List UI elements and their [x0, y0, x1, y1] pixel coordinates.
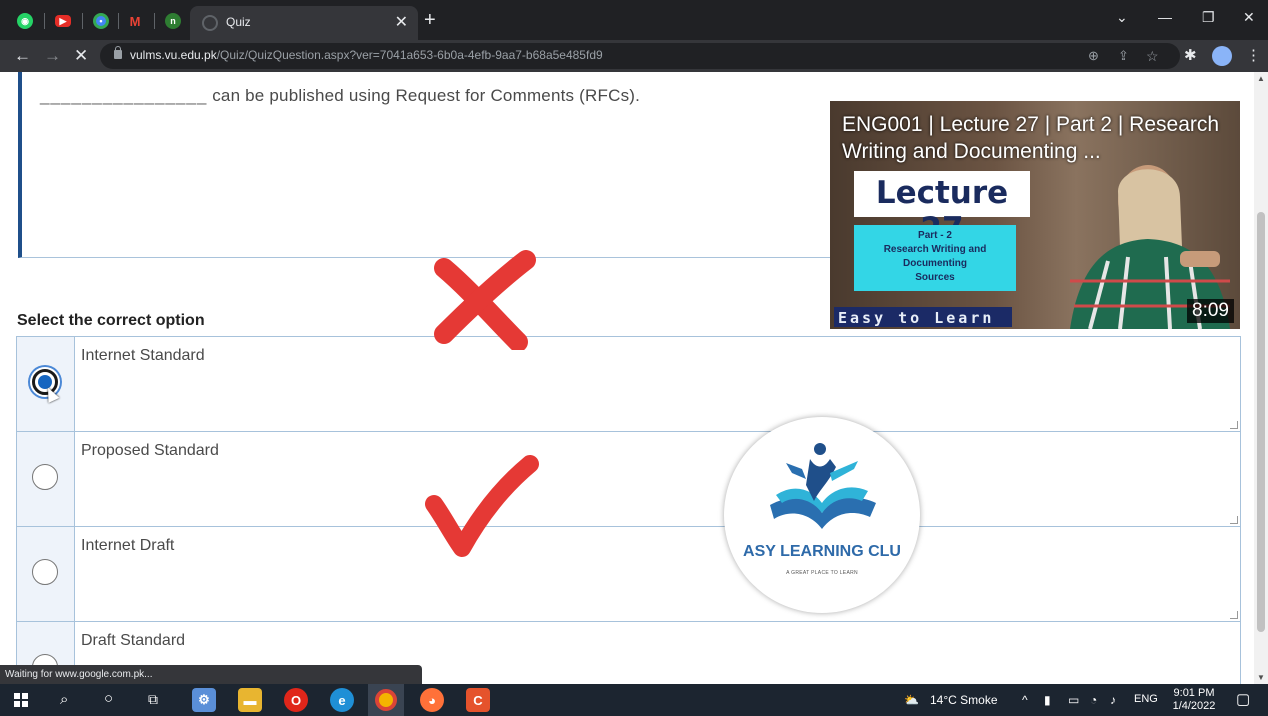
resize-grip-icon[interactable]: [1230, 421, 1238, 429]
notifications-icon[interactable]: ▢: [1236, 690, 1250, 708]
option-proposed-standard[interactable]: Proposed Standard: [16, 431, 1241, 527]
lock-icon[interactable]: [114, 46, 122, 59]
windows-start-icon[interactable]: [14, 693, 28, 707]
brand-bar: Easy to Learn: [834, 307, 1012, 327]
radio-button[interactable]: [32, 464, 58, 490]
part-text: Part - 2 Research Writing and Documentin…: [883, 230, 987, 283]
scroll-up-arrow-icon[interactable]: ▲: [1257, 74, 1265, 83]
clock-time: 9:01 PM: [1173, 687, 1215, 699]
video-thumbnail[interactable]: ENG001 | Lecture 27 | Part 2 | Research …: [830, 101, 1240, 329]
tray-chevron-icon[interactable]: ^: [1022, 693, 1028, 707]
youtube-icon[interactable]: ▶: [52, 10, 74, 32]
close-window-icon[interactable]: ✕: [1243, 9, 1255, 26]
browser-toolbar: ← → ✕ vulms.vu.edu.pk/Quiz/QuizQuestion.…: [0, 40, 1268, 72]
option-radio-cell: [17, 432, 75, 526]
tab-separator: [44, 13, 45, 29]
windows-taskbar: ⌕ ○ ⧉ ⚙ ▬ O e ◕ C ⛅ 14°C Smoke ^ ▮ ▭ ◔ ♪…: [0, 684, 1268, 716]
part-badge: Part - 2 Research Writing and Documentin…: [854, 225, 1016, 291]
resize-grip-icon[interactable]: [1230, 611, 1238, 619]
bookmark-star-icon[interactable]: ☆: [1146, 48, 1159, 65]
minimize-icon[interactable]: —: [1158, 9, 1172, 25]
tab-search-icon[interactable]: ⌄: [1116, 9, 1128, 26]
logo-name: ASY LEARNING CLU: [743, 543, 901, 560]
battery-icon[interactable]: ▭: [1068, 693, 1079, 707]
system-clock[interactable]: 9:01 PM 1/4/2022: [1166, 687, 1222, 713]
tab-separator: [154, 13, 155, 29]
extensions-icon[interactable]: ✱: [1184, 46, 1197, 64]
tab-quiz[interactable]: Quiz ✕: [190, 6, 418, 40]
address-bar[interactable]: vulms.vu.edu.pk/Quiz/QuizQuestion.aspx?v…: [100, 43, 1180, 69]
wrong-cross-icon: [434, 250, 536, 350]
forward-icon[interactable]: →: [44, 46, 61, 66]
brand-text: Easy to Learn: [838, 309, 995, 327]
chrome-icon[interactable]: •: [90, 10, 112, 32]
option-label: Proposed Standard: [81, 442, 219, 459]
page-scrollbar[interactable]: ▲ ▼: [1254, 72, 1268, 684]
tab-title: Quiz: [226, 15, 251, 29]
video-title: ENG001 | Lecture 27 | Part 2 | Research …: [842, 113, 1220, 163]
clock-date: 1/4/2022: [1172, 700, 1216, 712]
question-text: ________________ can be published using …: [40, 86, 640, 106]
lecture-badge: Lecture 27: [854, 171, 1030, 247]
back-icon[interactable]: ←: [14, 46, 31, 66]
scroll-thumb[interactable]: [1257, 212, 1265, 632]
stop-loading-icon[interactable]: ✕: [74, 46, 88, 66]
option-radio-cell: [17, 527, 75, 621]
resize-grip-icon[interactable]: [1230, 516, 1238, 524]
screen: ◉ ▶ • M n Quiz ✕ + ⌄ — ❐ ✕ ← → ✕ vulms.v…: [0, 0, 1268, 716]
option-internet-standard[interactable]: Internet Standard: [16, 336, 1241, 432]
browser-tab-strip: ◉ ▶ • M n Quiz ✕ + ⌄ — ❐ ✕: [0, 0, 1268, 40]
question-body: can be published using Request for Comme…: [212, 86, 641, 105]
menu-kebab-icon[interactable]: ⋮: [1246, 46, 1261, 64]
zoom-icon[interactable]: ⊕: [1088, 48, 1099, 64]
volume-icon[interactable]: ♪: [1110, 693, 1116, 707]
tab-separator: [118, 13, 119, 29]
cortana-icon[interactable]: ○: [104, 690, 113, 707]
easy-learning-club-logo: ASY LEARNING CLU A GREAT PLACE TO LEARN: [724, 417, 920, 613]
option-label: Internet Draft: [81, 537, 175, 554]
logo-tagline: A GREAT PLACE TO LEARN: [786, 570, 858, 576]
weather-text[interactable]: 14°C Smoke: [930, 693, 998, 707]
status-text: Waiting for www.google.com.pk...: [5, 669, 153, 680]
profile-avatar[interactable]: [1212, 46, 1232, 66]
mouse-cursor-icon: [42, 385, 60, 403]
tab-close-icon[interactable]: ✕: [395, 12, 408, 32]
app-c-icon[interactable]: C: [466, 688, 490, 712]
radio-button[interactable]: [32, 559, 58, 585]
gmail-icon[interactable]: M: [124, 10, 146, 32]
video-duration: 8:09: [1187, 299, 1234, 323]
vu-icon[interactable]: n: [162, 10, 184, 32]
book-figure-logo-icon: [770, 443, 876, 529]
opera-icon[interactable]: O: [284, 688, 308, 712]
option-label: Internet Standard: [81, 347, 205, 364]
option-label: Draft Standard: [81, 632, 186, 649]
question-blank: ________________: [40, 86, 208, 105]
option-internet-draft[interactable]: Internet Draft: [16, 526, 1241, 622]
wifi-icon[interactable]: ◔: [1090, 693, 1097, 707]
control-panel-icon[interactable]: ⚙: [192, 688, 216, 712]
scroll-down-arrow-icon[interactable]: ▼: [1257, 673, 1265, 682]
firefox-icon[interactable]: ◕: [420, 688, 444, 712]
chrome-taskbar-icon[interactable]: [368, 684, 404, 716]
file-explorer-icon[interactable]: ▬: [238, 688, 262, 712]
new-tab-button[interactable]: +: [424, 9, 436, 32]
whatsapp-icon[interactable]: ◉: [14, 10, 36, 32]
share-icon[interactable]: ⇪: [1118, 48, 1129, 64]
edge-icon[interactable]: e: [330, 688, 354, 712]
browser-status-bubble: Waiting for www.google.com.pk...: [0, 665, 422, 685]
task-view-icon[interactable]: ⧉: [148, 691, 158, 708]
microphone-icon[interactable]: ▮: [1044, 693, 1051, 707]
option-radio-cell: [17, 337, 75, 431]
weather-icon[interactable]: ⛅: [904, 693, 919, 707]
search-icon[interactable]: ⌕: [60, 691, 68, 708]
url-text: vulms.vu.edu.pk/Quiz/QuizQuestion.aspx?v…: [130, 48, 603, 62]
restore-icon[interactable]: ❐: [1202, 9, 1215, 26]
instruction-label: Select the correct option: [17, 312, 205, 329]
loading-icon: [202, 15, 218, 31]
tab-separator: [82, 13, 83, 29]
language-indicator[interactable]: ENG: [1134, 693, 1158, 705]
correct-check-icon: [425, 455, 539, 557]
